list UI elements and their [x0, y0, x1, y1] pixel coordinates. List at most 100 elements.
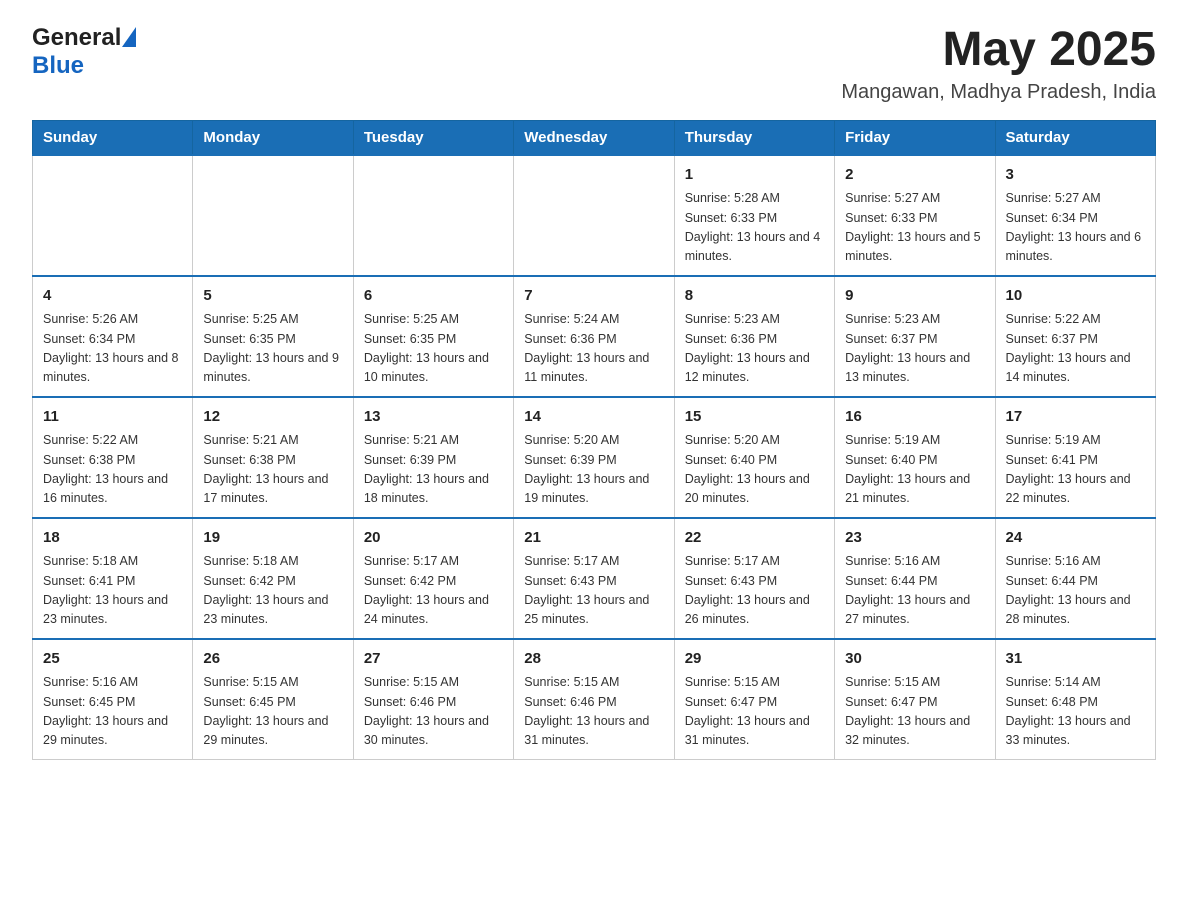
day-info: Sunrise: 5:15 AMSunset: 6:47 PMDaylight:…	[845, 673, 984, 751]
calendar-cell: 5Sunrise: 5:25 AMSunset: 6:35 PMDaylight…	[193, 276, 353, 397]
week-row-2: 4Sunrise: 5:26 AMSunset: 6:34 PMDaylight…	[33, 276, 1156, 397]
calendar-cell	[193, 155, 353, 276]
day-number: 12	[203, 406, 342, 429]
day-number: 20	[364, 527, 503, 550]
day-number: 9	[845, 285, 984, 308]
calendar-header: SundayMondayTuesdayWednesdayThursdayFrid…	[33, 120, 1156, 155]
calendar-cell: 16Sunrise: 5:19 AMSunset: 6:40 PMDayligh…	[835, 397, 995, 518]
calendar-cell: 14Sunrise: 5:20 AMSunset: 6:39 PMDayligh…	[514, 397, 674, 518]
header-day-thursday: Thursday	[674, 120, 834, 155]
calendar-cell: 4Sunrise: 5:26 AMSunset: 6:34 PMDaylight…	[33, 276, 193, 397]
day-number: 5	[203, 285, 342, 308]
day-info: Sunrise: 5:21 AMSunset: 6:39 PMDaylight:…	[364, 431, 503, 509]
day-info: Sunrise: 5:17 AMSunset: 6:42 PMDaylight:…	[364, 552, 503, 630]
calendar-cell: 26Sunrise: 5:15 AMSunset: 6:45 PMDayligh…	[193, 639, 353, 760]
calendar-cell: 22Sunrise: 5:17 AMSunset: 6:43 PMDayligh…	[674, 518, 834, 639]
day-number: 13	[364, 406, 503, 429]
day-number: 15	[685, 406, 824, 429]
day-info: Sunrise: 5:23 AMSunset: 6:36 PMDaylight:…	[685, 310, 824, 388]
location-subtitle: Mangawan, Madhya Pradesh, India	[841, 81, 1156, 104]
day-info: Sunrise: 5:16 AMSunset: 6:44 PMDaylight:…	[845, 552, 984, 630]
calendar-cell: 19Sunrise: 5:18 AMSunset: 6:42 PMDayligh…	[193, 518, 353, 639]
day-info: Sunrise: 5:17 AMSunset: 6:43 PMDaylight:…	[685, 552, 824, 630]
calendar-cell: 9Sunrise: 5:23 AMSunset: 6:37 PMDaylight…	[835, 276, 995, 397]
day-number: 26	[203, 648, 342, 671]
week-row-4: 18Sunrise: 5:18 AMSunset: 6:41 PMDayligh…	[33, 518, 1156, 639]
day-info: Sunrise: 5:16 AMSunset: 6:44 PMDaylight:…	[1006, 552, 1145, 630]
calendar-cell: 6Sunrise: 5:25 AMSunset: 6:35 PMDaylight…	[353, 276, 513, 397]
calendar-cell: 28Sunrise: 5:15 AMSunset: 6:46 PMDayligh…	[514, 639, 674, 760]
calendar-cell: 2Sunrise: 5:27 AMSunset: 6:33 PMDaylight…	[835, 155, 995, 276]
day-number: 25	[43, 648, 182, 671]
day-info: Sunrise: 5:20 AMSunset: 6:39 PMDaylight:…	[524, 431, 663, 509]
calendar-cell: 25Sunrise: 5:16 AMSunset: 6:45 PMDayligh…	[33, 639, 193, 760]
day-info: Sunrise: 5:20 AMSunset: 6:40 PMDaylight:…	[685, 431, 824, 509]
calendar-cell: 17Sunrise: 5:19 AMSunset: 6:41 PMDayligh…	[995, 397, 1155, 518]
logo: General Blue	[32, 24, 136, 80]
week-row-1: 1Sunrise: 5:28 AMSunset: 6:33 PMDaylight…	[33, 155, 1156, 276]
day-info: Sunrise: 5:15 AMSunset: 6:47 PMDaylight:…	[685, 673, 824, 751]
week-row-3: 11Sunrise: 5:22 AMSunset: 6:38 PMDayligh…	[33, 397, 1156, 518]
day-info: Sunrise: 5:24 AMSunset: 6:36 PMDaylight:…	[524, 310, 663, 388]
day-number: 8	[685, 285, 824, 308]
day-info: Sunrise: 5:15 AMSunset: 6:46 PMDaylight:…	[524, 673, 663, 751]
header-day-friday: Friday	[835, 120, 995, 155]
day-info: Sunrise: 5:25 AMSunset: 6:35 PMDaylight:…	[203, 310, 342, 388]
header-day-tuesday: Tuesday	[353, 120, 513, 155]
day-number: 1	[685, 164, 824, 187]
header-day-saturday: Saturday	[995, 120, 1155, 155]
header-day-monday: Monday	[193, 120, 353, 155]
calendar-cell: 8Sunrise: 5:23 AMSunset: 6:36 PMDaylight…	[674, 276, 834, 397]
day-number: 7	[524, 285, 663, 308]
day-info: Sunrise: 5:28 AMSunset: 6:33 PMDaylight:…	[685, 189, 824, 267]
calendar-cell: 3Sunrise: 5:27 AMSunset: 6:34 PMDaylight…	[995, 155, 1155, 276]
day-number: 11	[43, 406, 182, 429]
day-number: 10	[1006, 285, 1145, 308]
calendar-cell: 24Sunrise: 5:16 AMSunset: 6:44 PMDayligh…	[995, 518, 1155, 639]
day-info: Sunrise: 5:23 AMSunset: 6:37 PMDaylight:…	[845, 310, 984, 388]
logo-blue: Blue	[32, 52, 84, 79]
page-header: General Blue May 2025 Mangawan, Madhya P…	[32, 24, 1156, 104]
calendar-cell: 30Sunrise: 5:15 AMSunset: 6:47 PMDayligh…	[835, 639, 995, 760]
day-info: Sunrise: 5:19 AMSunset: 6:40 PMDaylight:…	[845, 431, 984, 509]
calendar-cell: 20Sunrise: 5:17 AMSunset: 6:42 PMDayligh…	[353, 518, 513, 639]
calendar-cell: 27Sunrise: 5:15 AMSunset: 6:46 PMDayligh…	[353, 639, 513, 760]
header-day-sunday: Sunday	[33, 120, 193, 155]
logo-text: General Blue	[32, 24, 136, 80]
day-number: 4	[43, 285, 182, 308]
day-number: 16	[845, 406, 984, 429]
day-number: 17	[1006, 406, 1145, 429]
calendar-cell: 23Sunrise: 5:16 AMSunset: 6:44 PMDayligh…	[835, 518, 995, 639]
calendar-table: SundayMondayTuesdayWednesdayThursdayFrid…	[32, 120, 1156, 760]
day-number: 28	[524, 648, 663, 671]
day-number: 23	[845, 527, 984, 550]
day-number: 27	[364, 648, 503, 671]
day-info: Sunrise: 5:18 AMSunset: 6:42 PMDaylight:…	[203, 552, 342, 630]
calendar-cell: 29Sunrise: 5:15 AMSunset: 6:47 PMDayligh…	[674, 639, 834, 760]
day-number: 14	[524, 406, 663, 429]
calendar-cell	[514, 155, 674, 276]
calendar-cell: 18Sunrise: 5:18 AMSunset: 6:41 PMDayligh…	[33, 518, 193, 639]
day-info: Sunrise: 5:27 AMSunset: 6:33 PMDaylight:…	[845, 189, 984, 267]
day-info: Sunrise: 5:22 AMSunset: 6:38 PMDaylight:…	[43, 431, 182, 509]
calendar-cell	[353, 155, 513, 276]
day-info: Sunrise: 5:25 AMSunset: 6:35 PMDaylight:…	[364, 310, 503, 388]
day-info: Sunrise: 5:14 AMSunset: 6:48 PMDaylight:…	[1006, 673, 1145, 751]
day-number: 2	[845, 164, 984, 187]
day-number: 31	[1006, 648, 1145, 671]
day-number: 6	[364, 285, 503, 308]
day-number: 22	[685, 527, 824, 550]
day-info: Sunrise: 5:16 AMSunset: 6:45 PMDaylight:…	[43, 673, 182, 751]
day-number: 21	[524, 527, 663, 550]
calendar-cell: 31Sunrise: 5:14 AMSunset: 6:48 PMDayligh…	[995, 639, 1155, 760]
day-info: Sunrise: 5:15 AMSunset: 6:45 PMDaylight:…	[203, 673, 342, 751]
day-info: Sunrise: 5:26 AMSunset: 6:34 PMDaylight:…	[43, 310, 182, 388]
day-number: 19	[203, 527, 342, 550]
day-info: Sunrise: 5:22 AMSunset: 6:37 PMDaylight:…	[1006, 310, 1145, 388]
day-info: Sunrise: 5:21 AMSunset: 6:38 PMDaylight:…	[203, 431, 342, 509]
calendar-cell: 12Sunrise: 5:21 AMSunset: 6:38 PMDayligh…	[193, 397, 353, 518]
calendar-cell: 13Sunrise: 5:21 AMSunset: 6:39 PMDayligh…	[353, 397, 513, 518]
day-number: 24	[1006, 527, 1145, 550]
logo-arrow-icon	[122, 27, 136, 47]
day-number: 3	[1006, 164, 1145, 187]
